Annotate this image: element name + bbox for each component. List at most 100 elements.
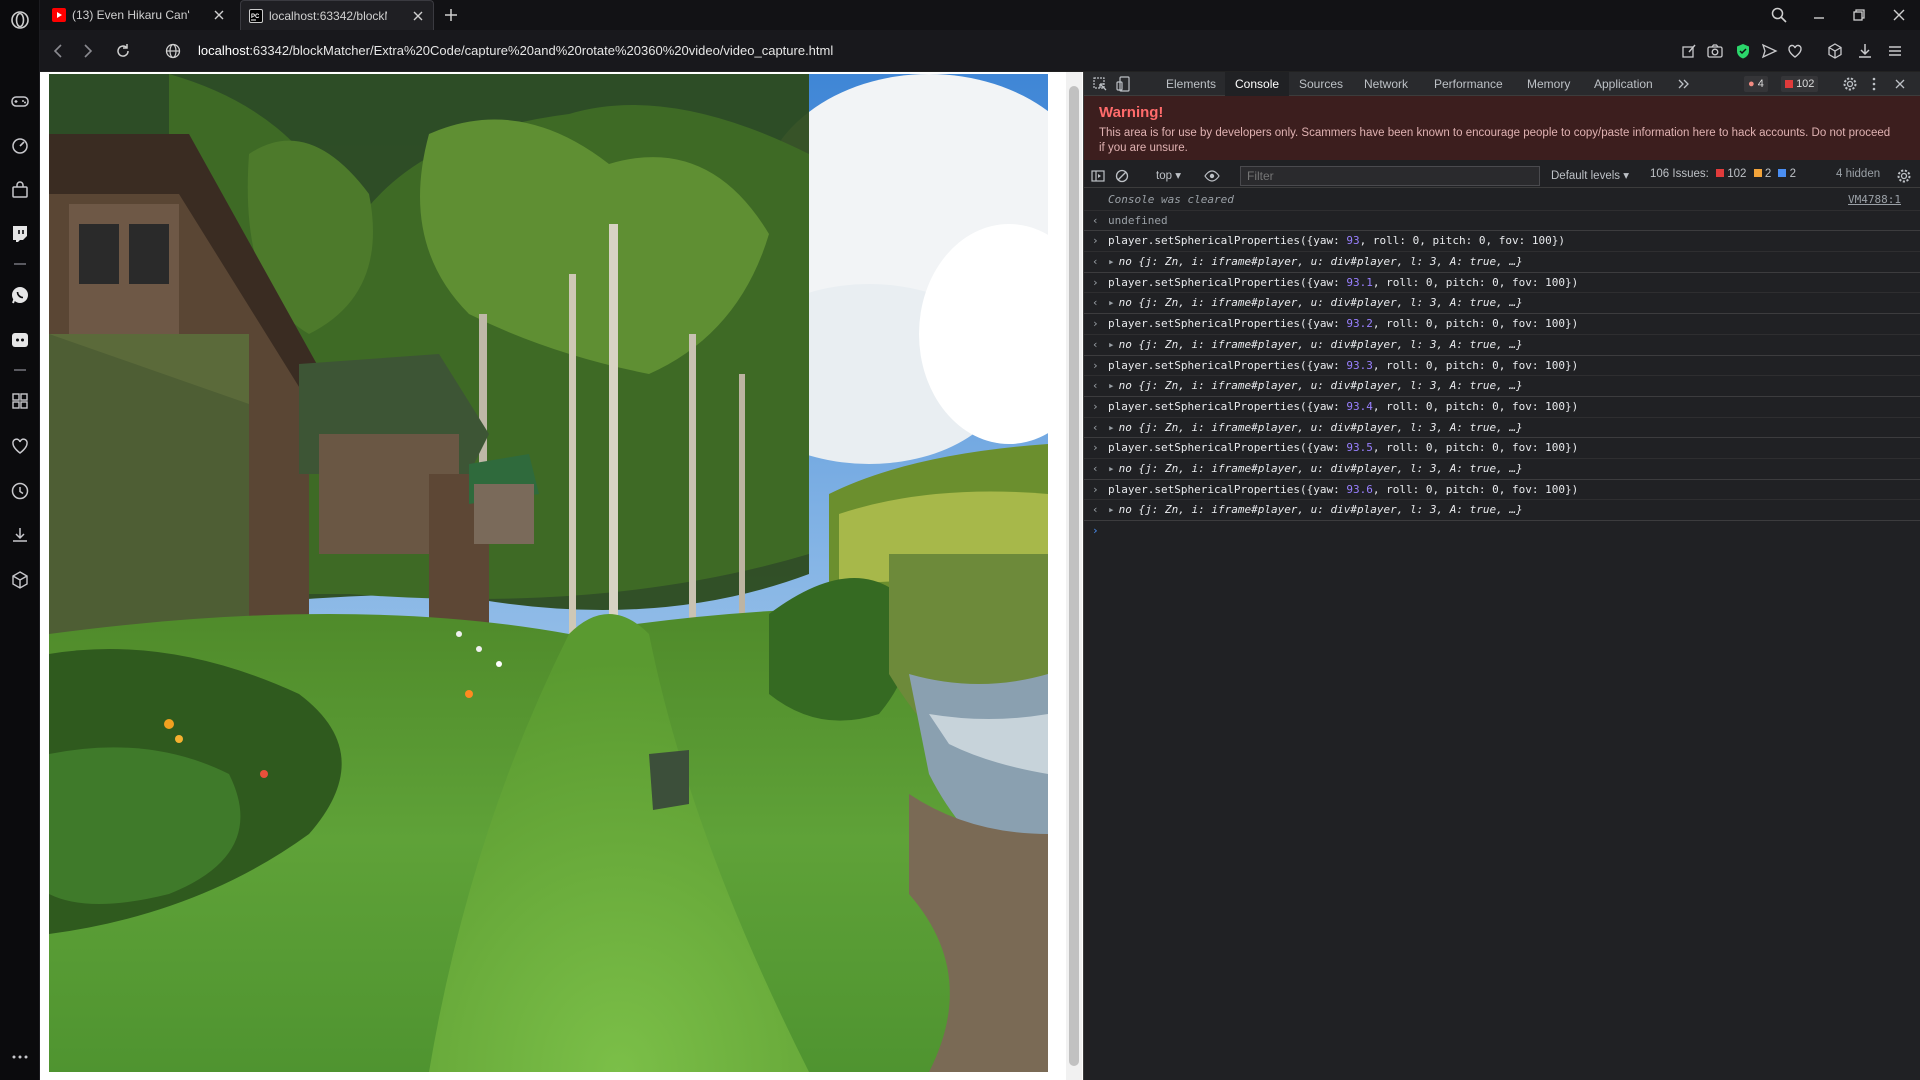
cube-icon[interactable] [9,569,31,591]
error-count-badge[interactable]: ● 4 [1744,76,1768,92]
back-arrow-icon[interactable] [50,42,68,60]
tab-sources[interactable]: Sources [1289,72,1353,96]
close-window-icon[interactable] [1890,6,1908,24]
console-output-row[interactable]: ‹ ▸ no {j: Zn, i: iframe#player, u: div#pl… [1084,293,1920,315]
expand-triangle-icon[interactable]: ▸ [1108,503,1115,516]
input-call-suffix: , roll: 0, pitch: 0, fov: 100}) [1372,275,1579,289]
kebab-menu-icon[interactable] [1866,76,1882,92]
issue-count-badge[interactable]: 102 [1781,76,1819,92]
restore-window-icon[interactable] [1850,6,1868,24]
tab-youtube[interactable]: (13) Even Hikaru Can't Win [44,0,234,30]
new-tab-plus-icon[interactable] [442,6,460,24]
expand-triangle-icon[interactable]: ▸ [1108,462,1115,475]
result-object: no {j: Zn, i: iframe#player, u: div#play… [1118,379,1523,393]
video-frame-image[interactable] [49,74,1048,1072]
close-devtools-icon[interactable] [1892,76,1908,92]
tab-performance[interactable]: Performance [1424,72,1513,96]
tab-memory[interactable]: Memory [1517,72,1580,96]
download-icon[interactable] [9,524,31,546]
console-output-row[interactable]: ‹ ▸ no {j: Zn, i: iframe#player, u: div#pl… [1084,418,1920,439]
yaw-value: 93.4 [1346,399,1373,413]
camera-icon[interactable] [1706,42,1724,60]
expand-triangle-icon[interactable]: ▸ [1108,338,1115,351]
input-call-prefix: player.setSphericalProperties({yaw: [1108,317,1347,331]
settings-gear-icon[interactable] [1842,76,1858,92]
bookmark-heart-icon[interactable] [1786,42,1804,60]
svg-text:PC: PC [251,14,260,20]
console-output: Console was cleared VM4788:1 ‹ undefined… [1084,190,1920,1080]
console-output-row[interactable]: ‹ ▸ no {j: Zn, i: iframe#player, u: div#pl… [1084,500,1920,521]
more-tabs-chevron-icon[interactable] [1676,76,1692,92]
input-chevron-icon: › [1092,482,1099,496]
scrollbar-thumb[interactable] [1069,86,1079,1066]
issues-label: 106 Issues: [1650,168,1709,180]
downloads-icon[interactable] [1856,42,1874,60]
expand-triangle-icon[interactable]: ▸ [1108,255,1115,268]
vpn-shield-icon[interactable] [1734,42,1752,60]
console-output-row[interactable]: ‹ ▸ no {j: Zn, i: iframe#player, u: div#pl… [1084,459,1920,480]
discord-icon[interactable] [9,329,31,351]
input-chevron-icon: › [1092,275,1099,289]
close-tab-icon[interactable] [212,8,226,22]
twitch-icon[interactable] [9,223,31,245]
globe-icon[interactable] [164,42,182,60]
console-input-row[interactable]: › player.setSphericalProperties({yaw: 93.… [1084,314,1920,335]
console-input-row[interactable]: › player.setSphericalProperties({yaw: 93.… [1084,273,1920,294]
issues-summary[interactable]: 106 Issues: 102 2 2 [1650,168,1796,180]
minimize-icon[interactable] [1810,6,1828,24]
input-call-suffix: , roll: 0, pitch: 0, fov: 100}) [1359,234,1565,248]
input-chevron-icon: › [1092,399,1099,413]
console-input-row[interactable]: › player.setSphericalProperties({yaw: 93.… [1084,397,1920,418]
page-scrollbar[interactable] [1066,72,1082,1080]
console-prompt-row[interactable]: › [1084,521,1920,542]
source-link[interactable]: VM4788:1 [1848,190,1901,210]
sidebar-toggle-icon[interactable] [1090,168,1106,184]
extensions-grid-icon[interactable] [9,390,31,412]
dropdown-caret-icon: ▾ [1175,170,1181,182]
menu-lines-icon[interactable] [1886,42,1904,60]
url-field[interactable]: localhost:63342/blockMatcher/Extra%20Cod… [198,43,833,58]
tab-localhost[interactable]: PC localhost:63342/blockMatch [240,0,434,30]
tab-network[interactable]: Network [1354,72,1418,96]
console-input-row[interactable]: › player.setSphericalProperties({yaw: 93.… [1084,480,1920,501]
tab-title: (13) Even Hikaru Can't Win [72,8,190,22]
shopping-bag-icon[interactable] [9,179,31,201]
log-levels-dropdown[interactable]: Default levels ▾ [1551,168,1629,182]
history-clock-icon[interactable] [9,480,31,502]
console-input-row[interactable]: › player.setSphericalProperties({yaw: 93.… [1084,438,1920,459]
send-arrow-icon[interactable] [1760,42,1778,60]
console-output-row[interactable]: ‹ ▸ no {j: Zn, i: iframe#player, u: div#pl… [1084,335,1920,356]
tab-console[interactable]: Console [1225,72,1290,96]
extension-cube-icon[interactable] [1826,42,1844,60]
inspect-element-icon[interactable] [1092,76,1108,92]
whatsapp-icon[interactable] [9,284,31,306]
forward-arrow-icon[interactable] [78,42,96,60]
expand-triangle-icon[interactable]: ▸ [1108,296,1115,309]
eye-icon[interactable] [1204,168,1220,184]
more-dots-icon[interactable] [9,1046,31,1068]
context-selector[interactable]: top ▾ [1156,168,1181,182]
search-tabs-icon[interactable] [1770,6,1788,24]
expand-triangle-icon[interactable]: ▸ [1108,421,1115,434]
tab-application[interactable]: Application [1584,72,1663,96]
console-input-row[interactable]: › player.setSphericalProperties({yaw: 93.… [1084,356,1920,377]
heart-icon[interactable] [9,435,31,457]
console-settings-gear-icon[interactable] [1896,168,1912,184]
close-tab-icon[interactable] [411,9,425,23]
expand-triangle-icon[interactable]: ▸ [1108,379,1115,392]
console-filter-input[interactable] [1240,166,1540,186]
clear-console-icon[interactable] [1114,168,1130,184]
console-input-row[interactable]: › player.setSphericalProperties({yaw: 93,… [1084,231,1920,253]
issue-count: 102 [1796,78,1815,90]
tab-elements[interactable]: Elements [1156,72,1226,96]
speedometer-icon[interactable] [9,134,31,156]
gamepad-icon[interactable] [9,90,31,112]
device-toolbar-icon[interactable] [1116,76,1132,92]
browser-sidebar [0,0,40,1080]
opera-logo-icon[interactable] [9,9,31,31]
input-chevron-icon: › [1092,317,1099,331]
console-output-row[interactable]: ‹ ▸ no {j: Zn, i: iframe#player, u: div#pl… [1084,252,1920,273]
reload-icon[interactable] [114,42,132,60]
console-output-row[interactable]: ‹ ▸ no {j: Zn, i: iframe#player, u: div#pl… [1084,376,1920,397]
snapshot-edit-icon[interactable] [1680,42,1698,60]
